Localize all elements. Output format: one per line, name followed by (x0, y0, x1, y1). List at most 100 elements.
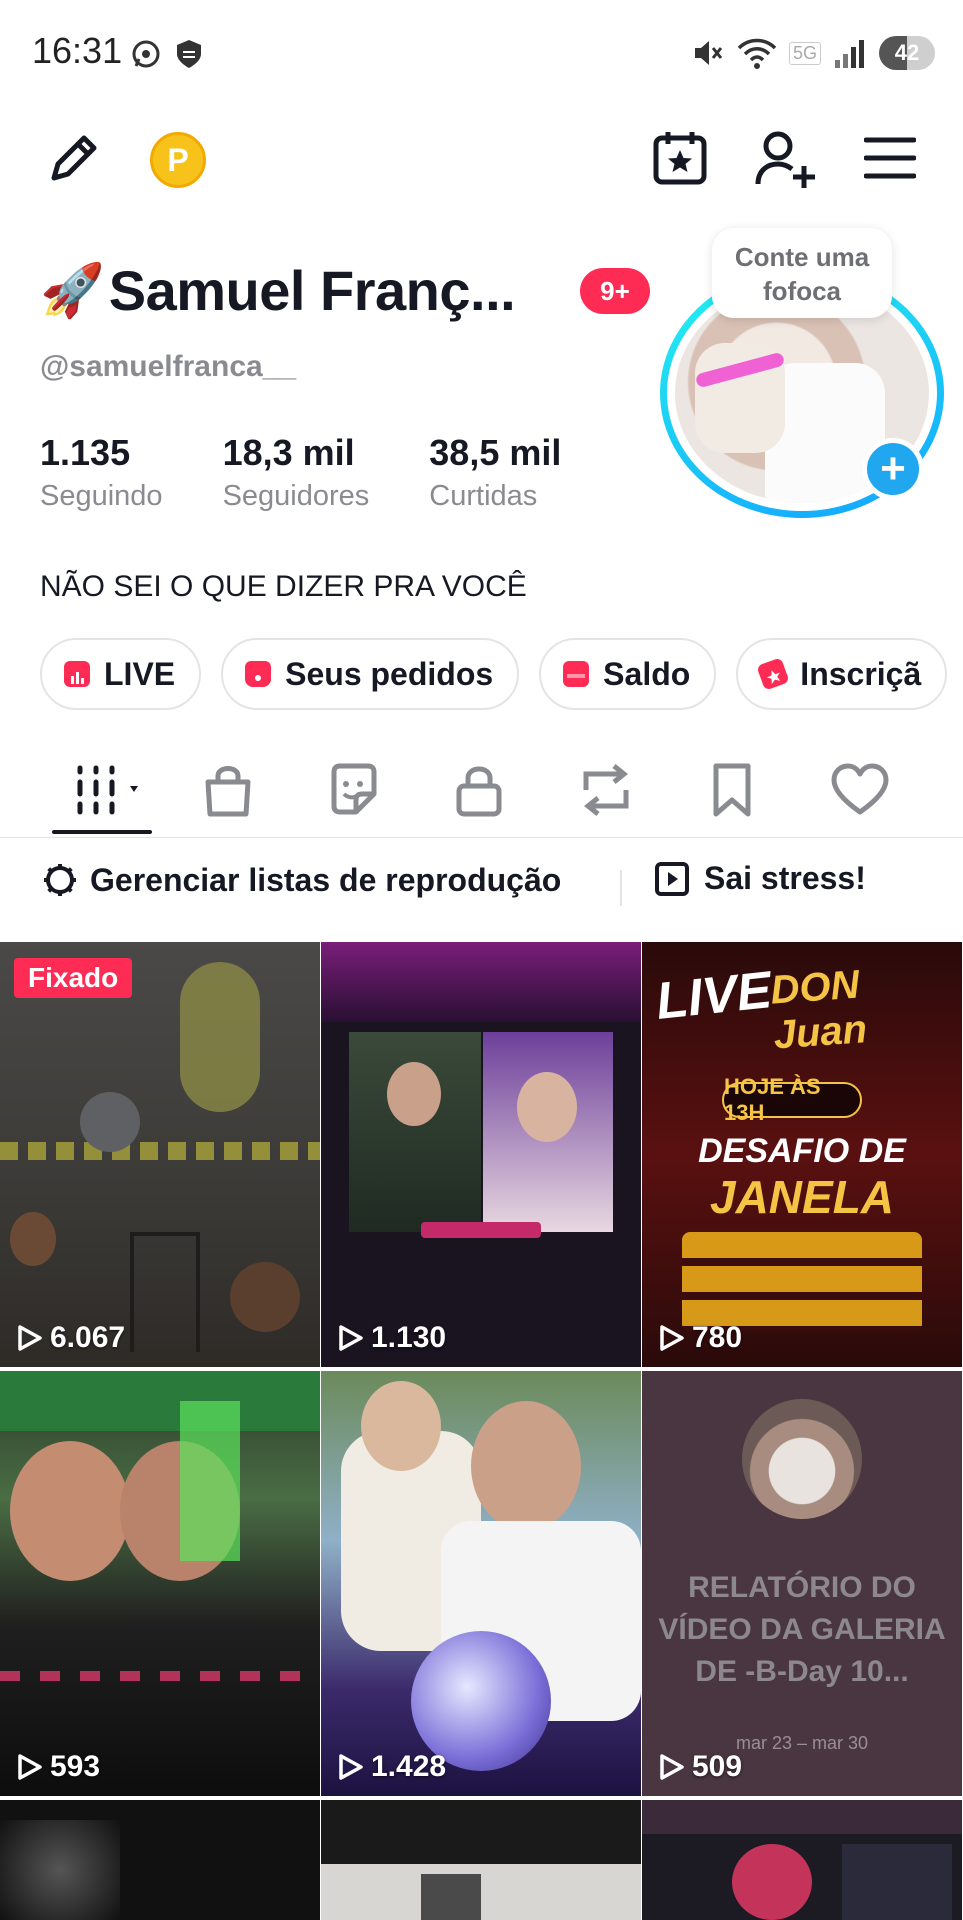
network-5g-label: 5G (788, 41, 821, 65)
repost-tab-icon[interactable] (578, 760, 634, 820)
subscription-icon (756, 657, 790, 691)
report-title-line: RELATÓRIO DO (688, 1571, 916, 1604)
live-pill[interactable]: LIVE (40, 638, 202, 710)
edit-pencil-icon[interactable] (44, 128, 104, 188)
profile-shortcuts: LIVE Seus pedidos Saldo Inscriçã (40, 638, 948, 710)
poster-title: DESAFIO DE (698, 1132, 906, 1170)
video-thumbnail[interactable] (642, 1800, 962, 1920)
view-count: 1.428 (335, 1750, 446, 1784)
whatsapp-icon (132, 40, 160, 68)
manage-playlists-label: Gerenciar listas de reprodução (90, 861, 562, 898)
pill-label: Seus pedidos (285, 655, 494, 692)
content-tabs (0, 742, 963, 838)
subscriptions-pill[interactable]: Inscriçã (736, 638, 948, 710)
shield-icon (177, 40, 201, 68)
stat-likes[interactable]: 38,5 mil Curtidas (429, 432, 561, 513)
video-thumbnail[interactable]: Fixado 6.067 (0, 942, 320, 1367)
profile-name-row: 🚀 Samuel Franç... (40, 258, 516, 323)
poster-time: HOJE ÀS 13H (722, 1074, 862, 1125)
stat-following[interactable]: 1.135 Seguindo (40, 432, 163, 513)
orders-pill[interactable]: Seus pedidos (221, 638, 520, 710)
report-avatar (742, 1399, 862, 1519)
pinned-badge: Fixado (14, 958, 133, 998)
playlist-play-icon (655, 861, 689, 896)
video-thumbnail[interactable]: 593 (0, 1371, 320, 1796)
video-thumbnail[interactable]: 1.130 (321, 942, 641, 1367)
play-icon (660, 1754, 684, 1780)
balance-pill[interactable]: Saldo (539, 638, 717, 710)
mute-icon (694, 41, 723, 65)
profile-stats: 1.135 Seguindo 18,3 mil Seguidores 38,5 … (40, 432, 621, 513)
add-story-plus-icon[interactable]: + (862, 438, 924, 500)
pill-label: Inscriçã (800, 655, 922, 692)
status-bar: 16:31 5G 42 (0, 0, 963, 108)
top-navigation: P (0, 118, 963, 198)
stat-followers[interactable]: 18,3 mil Seguidores (223, 432, 370, 513)
view-count-value: 6.067 (50, 1321, 126, 1354)
poster-title: LIVE (653, 961, 775, 1031)
play-icon (660, 1325, 684, 1351)
avatar-note-bubble[interactable]: Conte uma fofoca (712, 228, 892, 318)
display-name[interactable]: Samuel Franç... (109, 258, 516, 323)
sticker-tab-icon[interactable] (326, 760, 382, 820)
wifi-icon (737, 38, 777, 69)
play-icon (18, 1325, 42, 1351)
bookmark-tab-icon[interactable] (710, 760, 754, 820)
active-tab-indicator (52, 830, 152, 834)
pill-label: LIVE (104, 655, 176, 692)
view-count-value: 1.130 (371, 1321, 447, 1354)
pill-label: Saldo (603, 655, 691, 692)
coin-icon[interactable]: P (150, 132, 206, 188)
stat-label: Seguidores (222, 480, 370, 512)
profile-bio[interactable]: NÃO SEI O QUE DIZER PRA VOCÊ (40, 570, 527, 604)
playlist-label: Sai stress! (704, 860, 866, 896)
live-icon (64, 661, 90, 687)
stat-label: Curtidas (429, 480, 538, 512)
video-thumbnail[interactable] (0, 1800, 320, 1920)
username: @samuelfranca__ (40, 350, 297, 383)
play-icon (339, 1754, 363, 1780)
view-count-value: 1.428 (371, 1750, 447, 1783)
shop-bag-tab-icon[interactable] (200, 760, 256, 820)
play-icon (339, 1325, 363, 1351)
lock-tab-icon[interactable] (454, 760, 504, 820)
manage-playlists-button[interactable]: Gerenciar listas de reprodução (40, 860, 561, 900)
view-count: 1.130 (335, 1321, 446, 1355)
playlist-row: Gerenciar listas de reprodução Sai stres… (0, 860, 963, 916)
view-count: 6.067 (14, 1321, 125, 1355)
view-count-value: 509 (692, 1750, 743, 1783)
videos-grid-tab-icon[interactable] (72, 760, 152, 820)
view-count-value: 780 (692, 1321, 743, 1354)
view-count: 780 (656, 1321, 742, 1355)
video-thumbnail[interactable]: LIVE DON Juan HOJE ÀS 13H DESAFIO DE JAN… (642, 942, 962, 1367)
view-count-value: 593 (50, 1750, 101, 1783)
add-friend-icon[interactable] (754, 128, 818, 192)
view-count: 509 (656, 1750, 742, 1784)
video-thumbnail[interactable]: RELATÓRIO DO VÍDEO DA GALERIA DE -B-Day … (642, 1371, 962, 1796)
signal-icon (835, 40, 864, 68)
stat-label: Seguindo (40, 480, 163, 512)
heart-tab-icon[interactable] (830, 760, 890, 820)
play-icon (18, 1754, 42, 1780)
inbox-badge[interactable]: 9+ (580, 268, 650, 314)
playlist-chip[interactable]: Sai stress! (654, 860, 866, 897)
divider (620, 870, 622, 906)
shopping-bag-icon (245, 661, 272, 687)
battery-indicator: 42 (879, 36, 935, 70)
stat-value: 1.135 (40, 432, 131, 473)
menu-icon[interactable] (864, 128, 916, 188)
calendar-star-icon[interactable] (650, 128, 710, 188)
stat-value: 18,3 mil (222, 432, 355, 473)
report-title-line: VÍDEO DA GALERIA (658, 1613, 946, 1646)
stat-value: 38,5 mil (429, 432, 562, 473)
poster-title: JANELA (709, 1171, 895, 1223)
wallet-icon (563, 661, 590, 687)
rocket-emoji: 🚀 (40, 261, 105, 320)
status-time: 16:31 (32, 30, 123, 71)
poster-title: DON Juan (769, 962, 869, 1058)
video-thumbnail[interactable]: 1.428 (321, 1371, 641, 1796)
report-title-line: DE -B-Day 10... (695, 1655, 909, 1688)
note-text: Conte uma fofoca (734, 242, 870, 306)
settings-gear-icon (44, 864, 76, 896)
video-thumbnail[interactable] (321, 1800, 641, 1920)
